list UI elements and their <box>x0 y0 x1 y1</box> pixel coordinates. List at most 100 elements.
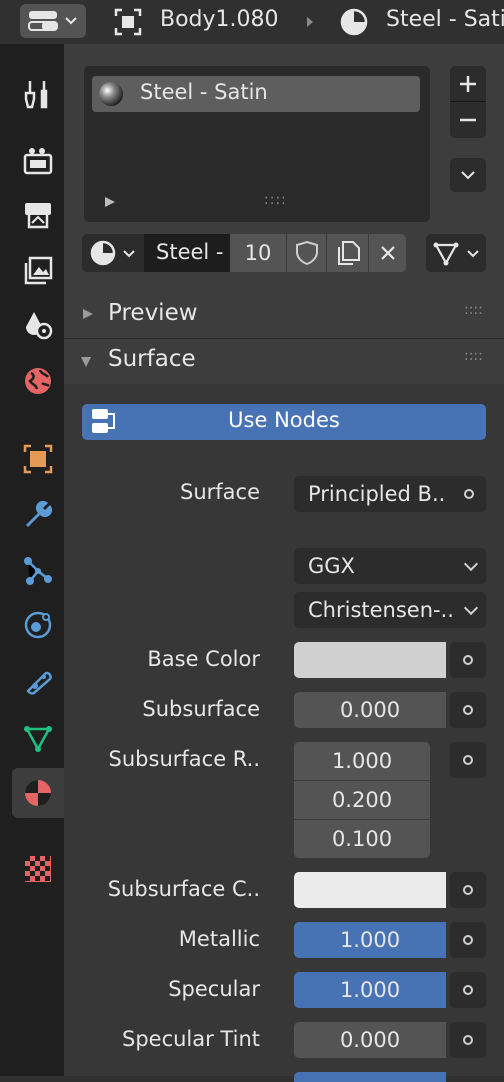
distribution-value: GGX <box>308 554 355 578</box>
mesh-data-icon <box>24 726 52 752</box>
tab-world[interactable] <box>12 356 64 406</box>
material-name: Steel - Sati <box>386 7 504 32</box>
particles-icon <box>24 557 52 585</box>
subsurface-color-swatch[interactable] <box>294 872 446 908</box>
subsurface-radius-x[interactable]: 1.000 <box>294 742 430 780</box>
subsurface-radius-z[interactable]: 0.100 <box>294 820 430 858</box>
material-preview-sphere-icon <box>99 82 123 106</box>
tab-modifiers[interactable] <box>12 490 64 540</box>
surface-shader-value: Principled B.. <box>308 482 446 506</box>
next-slider-partial[interactable] <box>294 1072 446 1082</box>
link-socket-icon <box>463 655 473 665</box>
preview-panel-title: Preview <box>108 300 198 326</box>
list-item[interactable]: Steel - Satin <box>92 76 420 112</box>
object-icon <box>114 8 142 36</box>
world-icon <box>25 368 51 394</box>
tab-render[interactable] <box>12 136 64 186</box>
expand-triangle-icon[interactable] <box>104 196 116 208</box>
tab-material[interactable] <box>12 768 64 818</box>
specular-label: Specular <box>168 977 260 1001</box>
surface-panel-header[interactable]: Surface :::: <box>64 340 504 384</box>
preview-panel-header[interactable]: Preview :::: <box>64 292 504 336</box>
base-color-swatch[interactable] <box>294 642 446 678</box>
slot-link-dropdown[interactable] <box>426 234 486 272</box>
subsurface-radius-y[interactable]: 0.200 <box>294 781 430 819</box>
specular-link-button[interactable] <box>450 972 486 1008</box>
link-socket-icon <box>463 935 473 945</box>
tab-view-layer[interactable] <box>12 246 64 296</box>
list-item-label: Steel - Satin <box>140 80 268 104</box>
tab-output[interactable] <box>12 190 64 240</box>
list-resize-grip[interactable]: :::: <box>264 192 287 208</box>
chevron-down-icon <box>463 600 479 616</box>
render-icon <box>23 148 53 175</box>
tab-tool[interactable] <box>12 70 64 120</box>
expand-triangle-icon <box>83 309 93 319</box>
panel-drag-grip[interactable]: :::: <box>464 348 483 364</box>
tab-physics[interactable] <box>12 600 64 650</box>
link-socket-icon <box>463 885 473 895</box>
subsurface-method-dropdown[interactable]: Christensen-.. <box>294 592 486 628</box>
tool-icon <box>24 81 48 109</box>
minus-icon[interactable] <box>458 110 478 130</box>
wrench-icon <box>26 500 53 527</box>
material-slot-list[interactable]: Steel - Satin :::: <box>84 66 430 222</box>
editor-type-dropdown[interactable] <box>20 4 86 38</box>
surface-panel-title: Surface <box>108 346 196 372</box>
metallic-slider[interactable]: 1.000 <box>294 922 446 958</box>
fake-user-button[interactable] <box>286 234 326 272</box>
add-slot-button[interactable] <box>450 66 486 138</box>
browse-material-button[interactable] <box>82 234 144 272</box>
base-color-link-button[interactable] <box>450 642 486 678</box>
material-icon <box>340 8 368 36</box>
link-socket-icon <box>463 985 473 995</box>
subsurface-link-button[interactable] <box>450 692 486 728</box>
breadcrumb-arrow-icon <box>307 17 313 27</box>
texture-icon <box>25 856 51 882</box>
subsurface-field[interactable]: 0.000 <box>294 692 446 728</box>
subsurface-color-label: Subsurface C.. <box>107 877 260 901</box>
link-socket-icon <box>463 705 473 715</box>
material-properties: Steel - Satin :::: Steel - 10 Preview ::… <box>64 44 504 1082</box>
surface-shader-label: Surface <box>179 480 260 504</box>
tab-scene[interactable] <box>12 300 64 350</box>
user-count[interactable]: 10 <box>230 234 286 272</box>
subsurface-radius-link-button[interactable] <box>450 742 486 778</box>
metallic-link-button[interactable] <box>450 922 486 958</box>
new-material-button[interactable] <box>326 234 368 272</box>
tab-data[interactable] <box>12 712 64 762</box>
view-layer-icon <box>24 256 53 285</box>
constraints-icon <box>26 671 52 695</box>
surface-shader-field[interactable]: Principled B.. <box>294 476 486 512</box>
distribution-dropdown[interactable]: GGX <box>294 548 486 584</box>
chevron-down-icon <box>123 250 135 258</box>
material-icon <box>90 240 116 266</box>
tab-particles[interactable] <box>12 546 64 596</box>
specular-tint-slider[interactable]: 0.000 <box>294 1022 446 1058</box>
chevron-down-icon <box>463 556 479 572</box>
shield-icon <box>296 240 318 266</box>
use-nodes-button[interactable]: Use Nodes <box>82 404 486 440</box>
link-socket-icon <box>463 755 473 765</box>
material-name-field[interactable]: Steel - <box>144 234 230 272</box>
scene-icon <box>26 312 53 340</box>
slot-specials-button[interactable] <box>450 158 486 192</box>
specular-tint-label: Specular Tint <box>121 1027 260 1051</box>
tab-object[interactable] <box>12 434 64 484</box>
specular-tint-link-button[interactable] <box>450 1022 486 1058</box>
link-socket-icon <box>463 1035 473 1045</box>
duplicate-icon <box>338 241 360 265</box>
properties-editor-icon <box>28 11 58 31</box>
subsurface-radius-label: Subsurface R.. <box>108 747 260 771</box>
object-name: Body1.080 <box>160 7 279 32</box>
subsurface-color-link-button[interactable] <box>450 872 486 908</box>
close-icon <box>381 246 395 260</box>
link-socket-icon <box>464 489 474 499</box>
specular-slider[interactable]: 1.000 <box>294 972 446 1008</box>
material-name-text: Steel - <box>156 240 224 264</box>
tab-constraints[interactable] <box>12 656 64 706</box>
plus-icon <box>460 76 476 92</box>
panel-drag-grip[interactable]: :::: <box>464 302 483 318</box>
tab-texture[interactable] <box>12 844 64 894</box>
unlink-material-button[interactable] <box>368 234 406 272</box>
